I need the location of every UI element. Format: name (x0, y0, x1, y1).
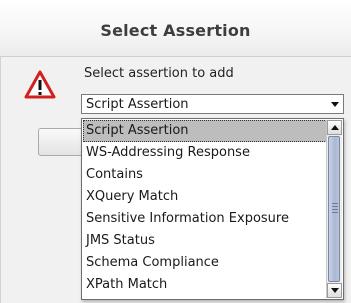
grip-line (332, 203, 338, 204)
dialog-button-partial[interactable] (38, 128, 82, 156)
assertion-option[interactable]: Script Assertion (83, 120, 327, 142)
dropdown-scrollbar[interactable] (326, 120, 342, 298)
assertion-option[interactable]: JMS Status (83, 230, 327, 252)
assertion-dropdown-list[interactable]: Script Assertion WS-Addressing Response … (81, 118, 344, 300)
grip-line (332, 206, 338, 207)
warning-icon (24, 70, 56, 99)
dialog-title-bar: Select Assertion (0, 0, 351, 57)
dialog-title: Select Assertion (100, 21, 251, 40)
assertion-option[interactable]: WS-Addressing Response (83, 142, 327, 164)
assertion-combo-value: Script Assertion (86, 97, 189, 112)
chevron-down-icon[interactable] (331, 102, 339, 107)
arrow-down-icon (331, 288, 339, 293)
select-assertion-dialog: Select Assertion Select assertion to add… (0, 0, 351, 303)
grip-line (332, 209, 338, 210)
assertion-option[interactable]: Contains (83, 164, 327, 186)
assertion-option[interactable]: XPath Match (83, 274, 327, 296)
prompt-label: Select assertion to add (84, 66, 234, 81)
assertion-option[interactable]: Schema Compliance (83, 252, 327, 274)
scrollbar-thumb[interactable] (328, 136, 340, 282)
assertion-option[interactable]: XQuery Match (83, 186, 327, 208)
dialog-left-border (0, 56, 1, 303)
assertion-option[interactable]: Sensitive Information Exposure (83, 208, 327, 230)
arrow-up-icon (331, 125, 339, 130)
scroll-up-button[interactable] (327, 120, 342, 135)
assertion-combo-box[interactable]: Script Assertion (81, 94, 344, 114)
grip-line (332, 212, 338, 213)
scroll-down-button[interactable] (327, 283, 342, 298)
